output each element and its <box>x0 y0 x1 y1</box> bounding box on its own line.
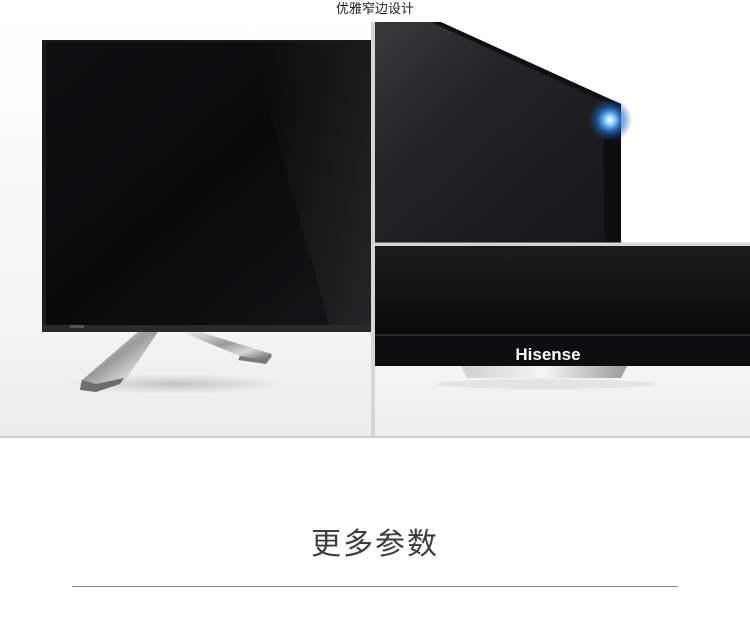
panel-bottom-rule <box>0 436 750 438</box>
tv-front-photo <box>0 22 371 438</box>
blue-glint <box>588 98 632 142</box>
section-divider <box>72 586 678 587</box>
top-caption: 优雅窄边设计 <box>335 2 414 17</box>
tv-logo-photo: Hisense <box>375 246 750 438</box>
tv-side-photo <box>375 22 750 243</box>
tv-front-illustration <box>0 22 371 438</box>
tv-logo-illustration: Hisense <box>375 246 750 438</box>
tv-stand-base <box>461 366 627 378</box>
hisense-logo: Hisense <box>515 345 580 364</box>
tv-side-illustration <box>375 22 750 243</box>
tv-screen-bottom <box>375 246 750 336</box>
section-heading: 更多参数 <box>311 527 439 562</box>
